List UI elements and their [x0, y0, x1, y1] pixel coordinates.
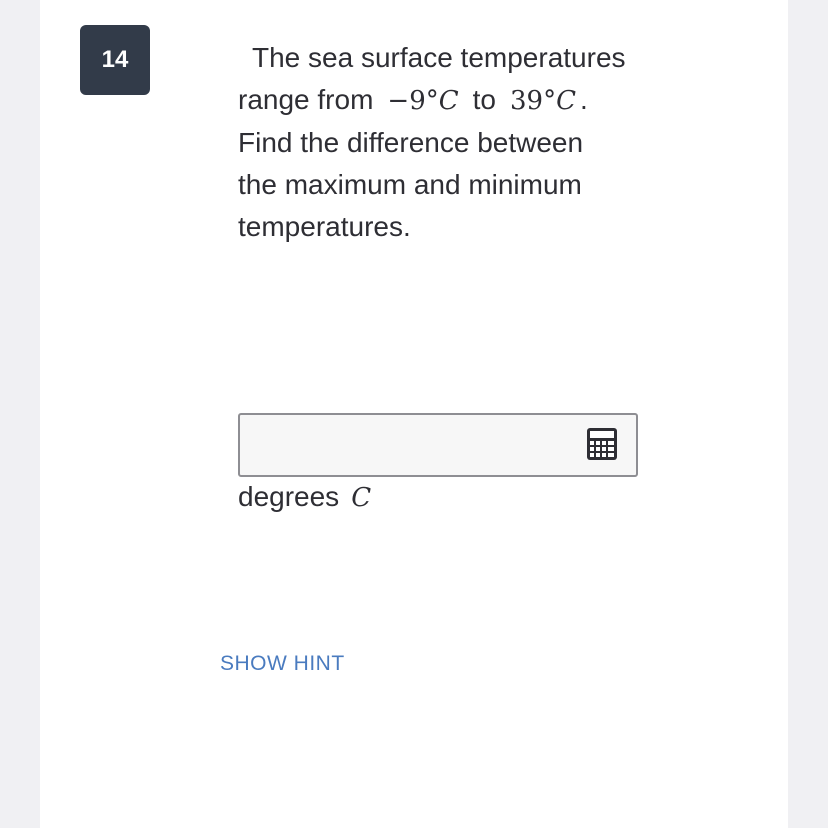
question-number-badge: 14: [80, 25, 150, 95]
answer-units: degrees C: [238, 476, 371, 519]
range-connector: to: [472, 84, 496, 115]
range-prefix: range from: [238, 84, 374, 115]
question-line-5: temperatures.: [238, 211, 411, 242]
question-card: 14 The sea surface temperatures range fr…: [40, 0, 788, 828]
question-line-4: the maximum and minimum: [238, 169, 582, 200]
calculator-icon[interactable]: [586, 427, 618, 461]
answer-input[interactable]: [238, 413, 638, 477]
period: .: [580, 84, 588, 115]
question-number: 14: [101, 46, 129, 73]
question-line-3: Find the difference between: [238, 127, 584, 158]
question-text: The sea surface temperatures range from −…: [238, 37, 658, 248]
units-variable: C: [351, 483, 372, 513]
question-line-1: The sea surface temperatures: [252, 42, 626, 73]
show-hint-link[interactable]: SHOW HINT: [220, 652, 345, 676]
max-temperature: 39°C: [510, 86, 576, 116]
min-temperature: −9°C: [387, 86, 459, 116]
units-label: degrees: [238, 481, 340, 512]
